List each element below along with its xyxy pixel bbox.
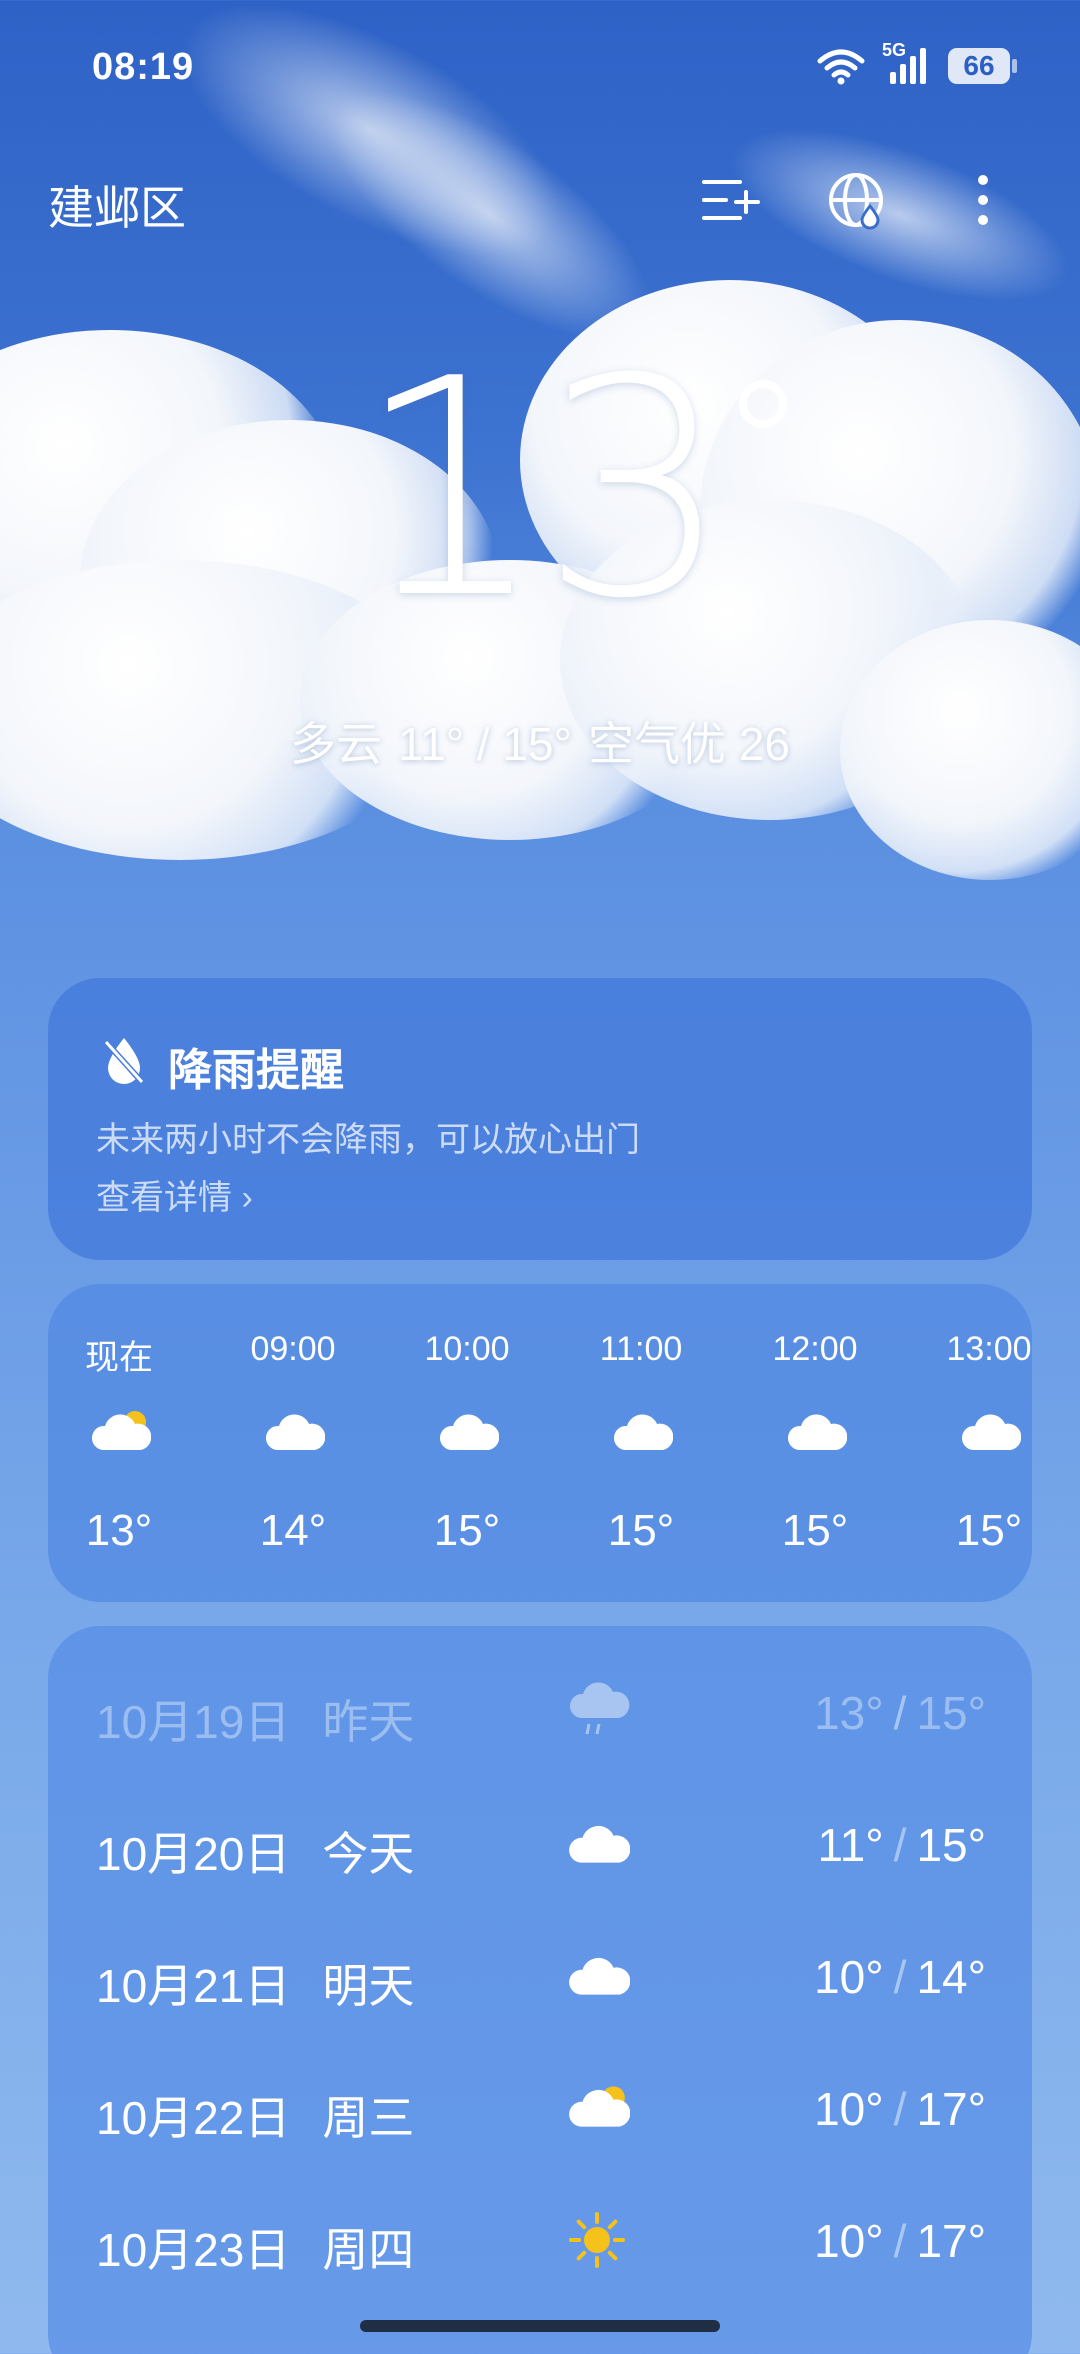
condition-text: 多云 — [289, 718, 382, 770]
status-bar: 08:19 5G 66 — [0, 0, 1080, 140]
day-label: 周四 — [322, 2224, 415, 2276]
day-low: 10° — [814, 2215, 884, 2267]
daily-row[interactable]: 10月23日 周四 10°/17° — [96, 2204, 986, 2284]
temp-separator: / — [893, 1819, 907, 1871]
partly-cloudy-icon — [87, 1408, 152, 1456]
sun-icon — [564, 2210, 630, 2270]
rain-alert-details-link[interactable]: 查看详情 › — [96, 1170, 253, 1219]
cloud-icon — [957, 1408, 1022, 1456]
air-quality[interactable]: 空气优 26 — [588, 718, 790, 770]
current-temperature: 13 — [0, 340, 1080, 640]
degree-symbol — [738, 380, 787, 428]
partly-cloudy-icon — [564, 2078, 631, 2138]
hour-temp: 15° — [607, 1506, 675, 1555]
day-high: 17° — [916, 2083, 986, 2135]
day-low: 10° — [814, 1951, 884, 2003]
cloud-icon — [564, 1814, 631, 1874]
day-high: 15° — [916, 1819, 986, 1871]
hour-time: 现在 — [85, 1339, 153, 1377]
more-icon[interactable] — [952, 170, 1014, 232]
weather-globe-icon[interactable] — [826, 170, 888, 232]
hour-time: 13:00 — [946, 1330, 1032, 1368]
current-temp-value: 13 — [355, 315, 731, 664]
battery-level: 66 — [963, 50, 995, 81]
day-date: 10月19日 — [96, 1696, 291, 1748]
cloud-icon — [435, 1408, 500, 1456]
daily-row[interactable]: 10月22日 周三 10°/17° — [96, 2072, 986, 2152]
temp-separator: / — [893, 1951, 907, 2003]
daily-row[interactable]: 10月20日 今天 11°/15° — [96, 1808, 986, 1888]
rain-cloud-icon — [564, 1682, 630, 1742]
hour-time: 10:00 — [424, 1330, 510, 1368]
hour-temp: 15° — [781, 1506, 849, 1555]
temp-range: 11° / 15° — [397, 718, 573, 770]
daily-row[interactable]: 10月21日 明天 10°/14° — [96, 1940, 986, 2020]
weather-summary: 多云 11° / 15° 空气优 26 — [0, 708, 1080, 774]
day-date: 10月23日 — [96, 2224, 291, 2276]
day-high: 14° — [916, 1951, 986, 2003]
hour-time: 12:00 — [772, 1330, 858, 1368]
day-label: 今天 — [322, 1828, 415, 1880]
day-date: 10月21日 — [96, 1960, 291, 2012]
location-title[interactable]: 建邺区 — [48, 172, 186, 238]
hour-temp: 13° — [85, 1506, 153, 1555]
wifi-icon — [817, 49, 865, 85]
cloud-icon — [783, 1408, 848, 1456]
hour-temp: 15° — [955, 1506, 1023, 1555]
day-low: 10° — [814, 2083, 884, 2135]
cloud-icon — [261, 1408, 326, 1456]
hour-time: 09:00 — [250, 1330, 336, 1368]
day-label: 周三 — [322, 2092, 415, 2144]
cloud-icon — [564, 1946, 631, 2006]
home-indicator[interactable] — [360, 2320, 720, 2332]
day-high: 17° — [916, 2215, 986, 2267]
hour-time: 11:00 — [599, 1330, 683, 1368]
day-low: 11° — [817, 1819, 884, 1871]
temp-separator: / — [893, 1687, 907, 1739]
day-low: 13° — [814, 1687, 884, 1739]
battery-icon: 66 — [948, 48, 1017, 84]
rain-alert-title: 降雨提醒 — [168, 1046, 344, 1095]
cellular-signal-icon: 5G — [882, 40, 932, 86]
day-date: 10月20日 — [96, 1828, 291, 1880]
day-label: 昨天 — [322, 1696, 415, 1748]
day-high: 15° — [916, 1687, 986, 1739]
day-label: 明天 — [322, 1960, 415, 2012]
daily-row[interactable]: 10月19日 昨天 13°/15° — [96, 1676, 986, 1756]
hour-temp: 15° — [433, 1506, 501, 1555]
hourly-forecast-list[interactable]: 现在 13° 09:00 14° 10:00 15° 11:00 15° 12:00 15° 13:… — [48, 1284, 1032, 1602]
manage-cities-icon[interactable] — [700, 170, 762, 232]
status-time: 08:19 — [92, 46, 195, 88]
hour-temp: 14° — [259, 1506, 327, 1555]
cloud-icon — [609, 1408, 674, 1456]
temp-separator: / — [893, 2083, 907, 2135]
day-date: 10月22日 — [96, 2092, 291, 2144]
temp-separator: / — [893, 2215, 907, 2267]
rain-alert-description: 未来两小时不会降雨，可以放心出门 — [96, 1121, 640, 1159]
no-rain-drop-icon — [103, 1038, 145, 1085]
